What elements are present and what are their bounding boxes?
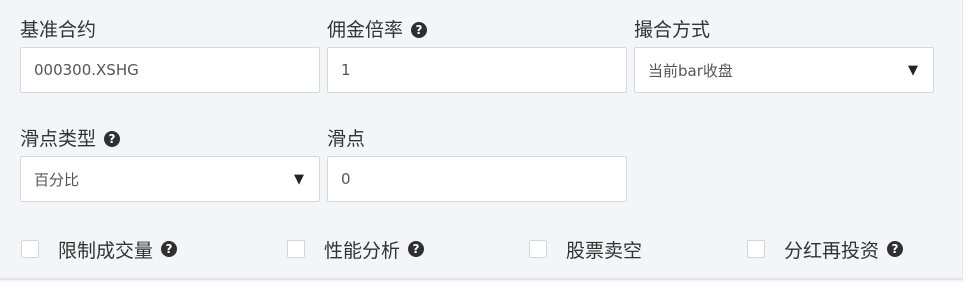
commission-value: 1 — [341, 61, 351, 79]
matching-value: 当前bar收盘 — [648, 61, 733, 80]
slippage-value: 0 — [341, 170, 351, 188]
dividend-reinvest-option[interactable]: 分红再投资 ? — [747, 237, 904, 262]
commission-label: 佣金倍率 ? — [327, 18, 428, 42]
backtest-settings-panel: 基准合约 000300.XSHG 佣金倍率 ? 1 撮合方式 当前bar收盘 ▼… — [0, 0, 963, 280]
slippage-type-label: 滑点类型 ? — [20, 127, 121, 151]
slippage-label: 滑点 — [327, 127, 365, 151]
limit-volume-checkbox[interactable] — [21, 240, 39, 258]
benchmark-value: 000300.XSHG — [34, 61, 139, 79]
caret-down-icon: ▼ — [908, 62, 918, 78]
performance-analysis-label: 性能分析 — [324, 239, 401, 262]
slippage-type-select[interactable]: 百分比 ▼ — [20, 156, 320, 202]
benchmark-input[interactable]: 000300.XSHG — [20, 47, 320, 93]
matching-label: 撮合方式 — [634, 18, 710, 42]
commission-input[interactable]: 1 — [327, 47, 627, 93]
question-circle-icon[interactable]: ? — [161, 241, 178, 257]
short-selling-label: 股票卖空 — [566, 239, 643, 262]
slippage-type-value: 百分比 — [34, 170, 80, 189]
benchmark-label-text: 基准合约 — [20, 19, 97, 41]
commission-label-text: 佣金倍率 — [327, 19, 404, 41]
limit-volume-label: 限制成交量 — [58, 239, 154, 262]
short-selling-checkbox[interactable] — [529, 240, 547, 258]
benchmark-label: 基准合约 — [20, 18, 96, 42]
question-circle-icon[interactable]: ? — [408, 241, 425, 257]
question-circle-icon[interactable]: ? — [887, 241, 904, 257]
slippage-type-label-text: 滑点类型 — [20, 128, 97, 150]
dividend-reinvest-label: 分红再投资 — [784, 239, 880, 262]
short-selling-option[interactable]: 股票卖空 — [529, 237, 643, 262]
slippage-input[interactable]: 0 — [327, 156, 627, 202]
performance-analysis-option[interactable]: 性能分析 ? — [287, 237, 425, 262]
question-circle-icon[interactable]: ? — [104, 131, 121, 147]
matching-select[interactable]: 当前bar收盘 ▼ — [634, 47, 934, 93]
dividend-reinvest-checkbox[interactable] — [747, 240, 765, 258]
caret-down-icon: ▼ — [294, 171, 304, 187]
matching-label-text: 撮合方式 — [634, 19, 711, 41]
question-circle-icon[interactable]: ? — [411, 22, 428, 38]
limit-volume-option[interactable]: 限制成交量 ? — [21, 237, 178, 262]
slippage-label-text: 滑点 — [327, 128, 366, 150]
performance-analysis-checkbox[interactable] — [287, 240, 305, 258]
